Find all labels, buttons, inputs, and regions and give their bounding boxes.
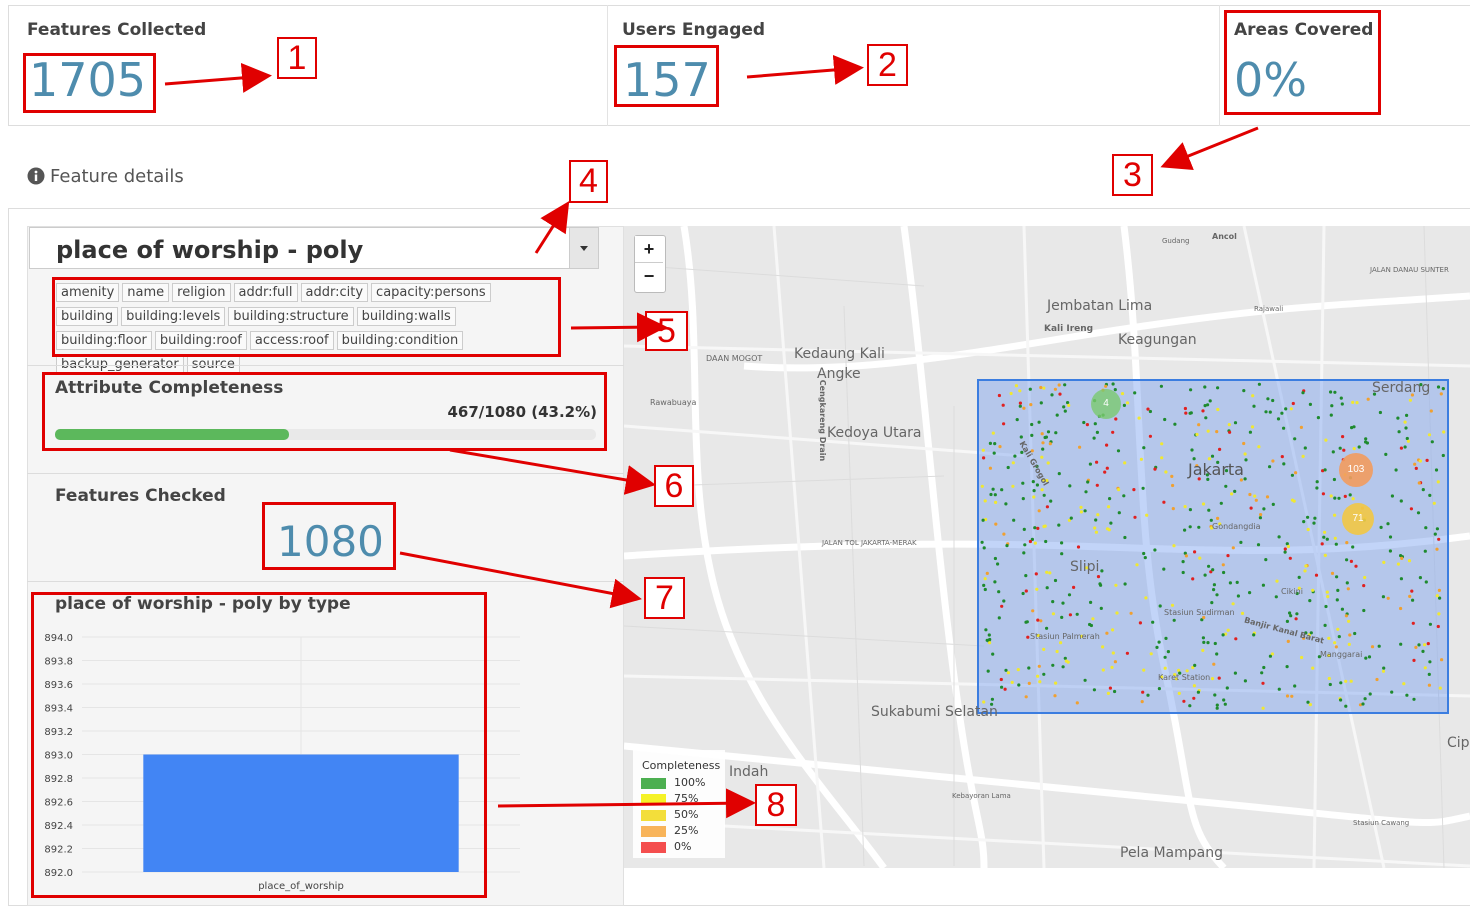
annotation-arrows — [164, 54, 1259, 819]
